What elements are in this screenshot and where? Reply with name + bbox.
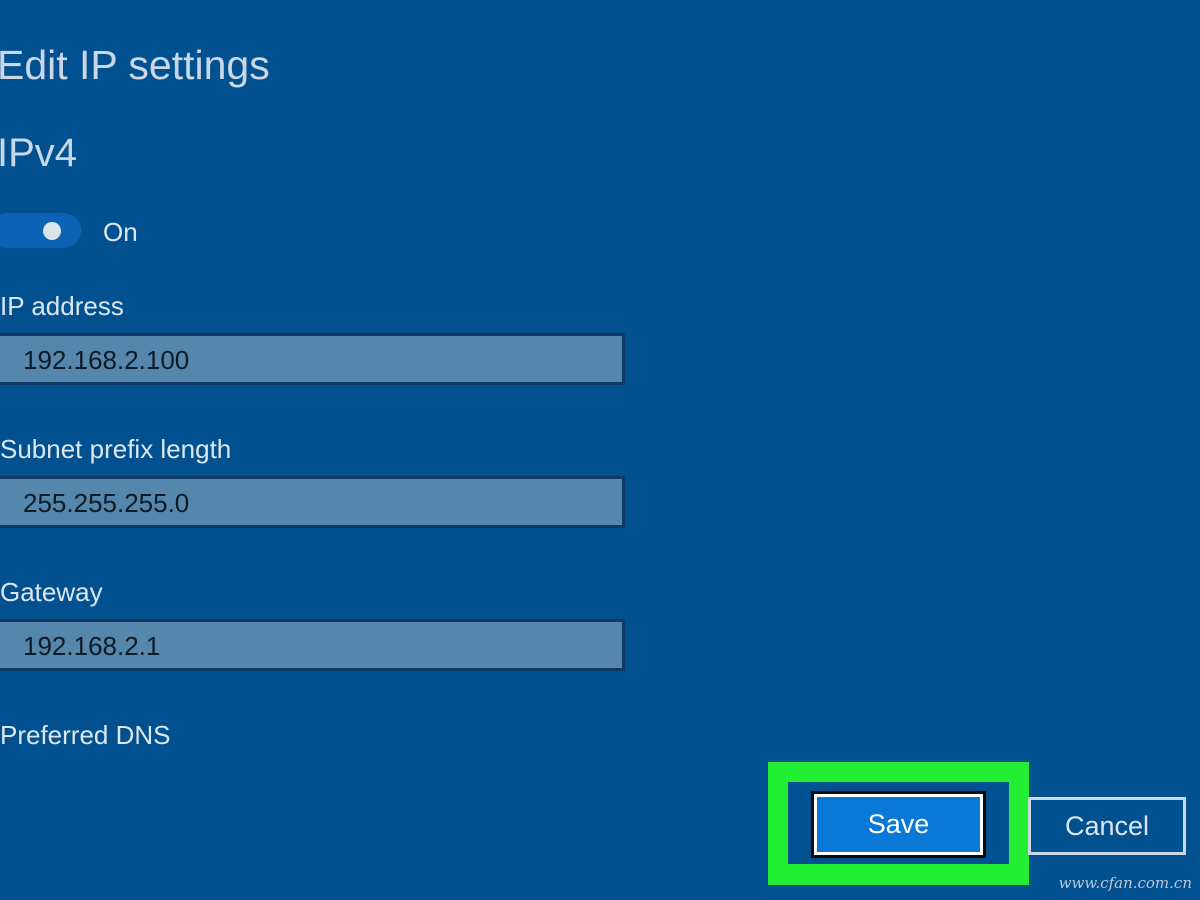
toggle-knob <box>43 222 61 240</box>
page-title: Edit IP settings <box>0 42 270 88</box>
cancel-button[interactable]: Cancel <box>1028 797 1186 855</box>
preferred-dns-label: Preferred DNS <box>0 720 171 750</box>
subnet-prefix-input[interactable]: 255.255.255.0 <box>0 476 625 528</box>
watermark: www.cfan.com.cn <box>1058 874 1192 892</box>
gateway-label: Gateway <box>0 577 103 607</box>
gateway-value: 192.168.2.1 <box>23 631 161 661</box>
ip-address-value: 192.168.2.100 <box>23 345 190 375</box>
toggle-state-label: On <box>103 217 138 247</box>
save-button[interactable]: Save <box>811 791 986 858</box>
section-heading-ipv4: IPv4 <box>0 131 78 175</box>
gateway-input[interactable]: 192.168.2.1 <box>0 619 625 671</box>
ipv4-toggle-switch[interactable] <box>0 213 81 248</box>
subnet-prefix-label: Subnet prefix length <box>0 434 232 464</box>
ip-address-label: IP address <box>0 291 124 321</box>
save-button-label: Save <box>817 797 980 852</box>
subnet-prefix-value: 255.255.255.0 <box>23 488 190 518</box>
ip-address-input[interactable]: 192.168.2.100 <box>0 333 625 385</box>
